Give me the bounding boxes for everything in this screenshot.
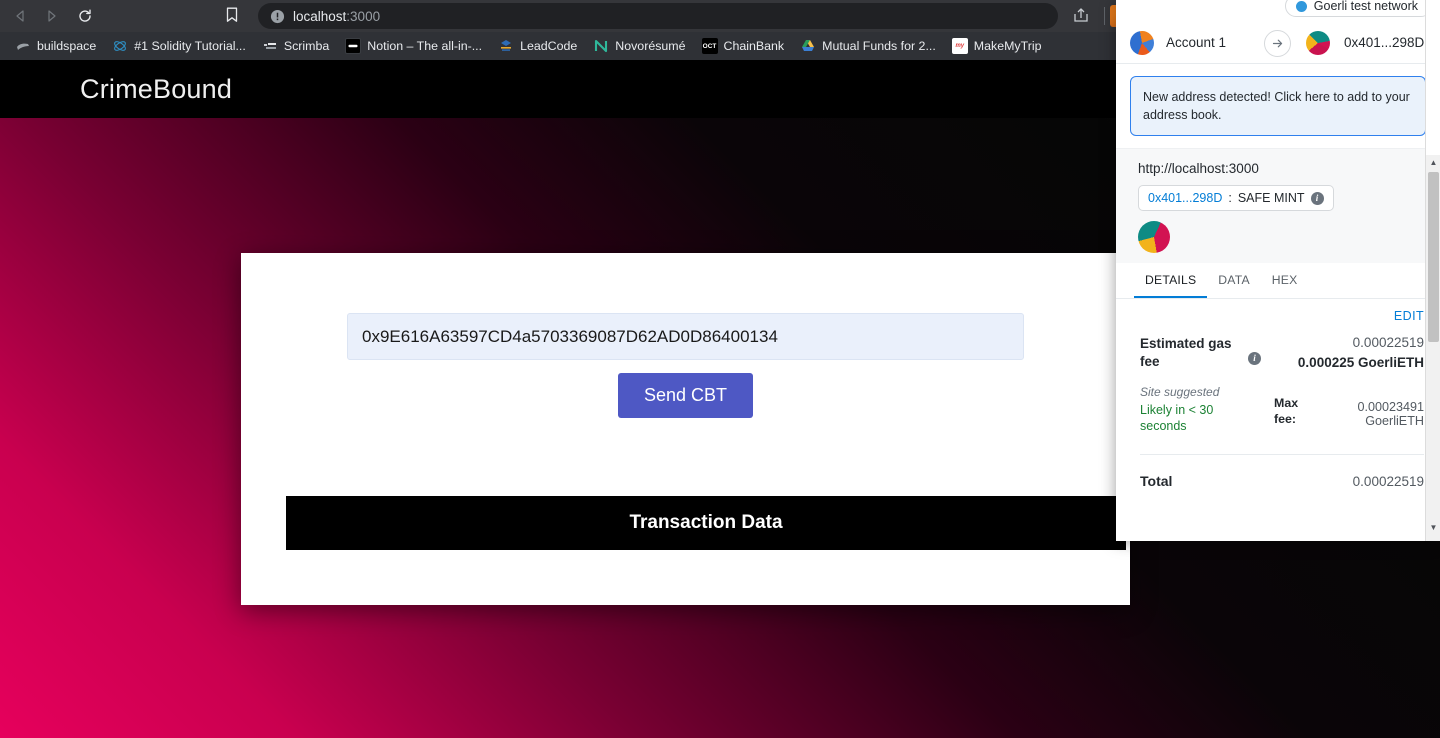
max-fee-label: Max fee: xyxy=(1274,396,1299,426)
pill-separator: : xyxy=(1228,191,1232,206)
metamask-tabs: DETAILS DATA HEX xyxy=(1116,263,1440,300)
chainbank-oct-icon: OCT xyxy=(701,38,718,54)
tab-hex[interactable]: HEX xyxy=(1261,263,1309,298)
scrollbar-down-arrow[interactable]: ▼ xyxy=(1426,520,1440,535)
network-label: Goerli test network xyxy=(1313,0,1418,13)
max-fee-row: Max fee: 0.00023491 GoerliETH xyxy=(1274,396,1424,428)
tab-details[interactable]: DETAILS xyxy=(1134,263,1208,299)
contract-address: 0x401...298D xyxy=(1148,191,1223,206)
from-account-avatar xyxy=(1130,30,1154,55)
from-account-name: Account 1 xyxy=(1166,35,1227,50)
origin-url: http://localhost:3000 xyxy=(1138,161,1259,177)
metamask-details-panel: EDIT Estimated gas fee Site suggested Li… xyxy=(1116,299,1440,490)
bookmark-label: ChainBank xyxy=(723,39,785,53)
gas-fee-values: 0.00022519 0.000225 GoerliETH Max fee: 0… xyxy=(1274,335,1424,428)
bookmark-item-solidity-tutorial[interactable]: #1 Solidity Tutorial... xyxy=(105,35,253,57)
gas-info-wrap: i xyxy=(1248,335,1274,365)
novoresume-n-icon xyxy=(593,38,609,54)
details-divider xyxy=(1140,454,1424,456)
back-button[interactable] xyxy=(6,2,36,30)
bookmark-item-novoresume[interactable]: Novorésumé xyxy=(586,35,692,57)
bookmark-item-makemytrip[interactable]: my MakeMyTrip xyxy=(945,35,1049,57)
forward-arrow-icon xyxy=(48,10,56,22)
omnibox-url: localhost:3000 xyxy=(293,9,380,24)
to-account-avatar xyxy=(1306,31,1330,55)
gas-fee-row: Estimated gas fee Site suggested Likely … xyxy=(1140,335,1424,434)
omnibox-host: localhost xyxy=(293,8,347,24)
main-card: Send CBT Transaction Data xyxy=(241,253,1130,605)
back-arrow-icon xyxy=(16,10,24,22)
network-status-dot xyxy=(1295,0,1307,12)
solidity-atom-icon xyxy=(112,38,128,54)
total-fiat: 0.00022519 xyxy=(1352,474,1424,490)
contract-method-pill[interactable]: 0x401...298D : SAFE MINT i xyxy=(1138,185,1334,212)
bookmark-item-notion[interactable]: Notion – The all-in-... xyxy=(338,35,489,57)
contract-method: SAFE MINT xyxy=(1237,191,1305,206)
bookmark-item-chainbank[interactable]: OCT ChainBank xyxy=(695,35,792,57)
metamask-origin-section: http://localhost:3000 0x401...298D : SAF… xyxy=(1116,148,1440,264)
total-label: Total xyxy=(1140,473,1173,490)
reload-icon xyxy=(79,9,91,22)
share-icon xyxy=(1074,8,1088,22)
bookmark-label: Scrimba xyxy=(283,39,330,53)
metamask-account-row: Account 1 0x401...298D xyxy=(1116,22,1440,64)
metamask-scrollbar[interactable]: ▲ ▼ xyxy=(1425,0,1440,541)
scrimba-logo-icon xyxy=(262,38,278,54)
gas-fee-left: Estimated gas fee Site suggested Likely … xyxy=(1140,335,1248,434)
recipient-address-input[interactable] xyxy=(347,313,1024,360)
scrollbar-up-arrow[interactable]: ▲ xyxy=(1426,155,1440,170)
not-secure-info-icon[interactable] xyxy=(270,9,285,24)
share-button[interactable] xyxy=(1072,6,1090,29)
bookmark-item-leadcode[interactable]: LeadCode xyxy=(491,35,584,57)
makemytrip-logo-icon: my xyxy=(951,38,968,54)
toolbar-divider xyxy=(1104,7,1105,25)
bookmark-button[interactable] xyxy=(224,6,240,29)
bookmark-item-buildspace[interactable]: buildspace xyxy=(8,35,103,57)
max-fee-value: 0.00023491 GoerliETH xyxy=(1357,400,1424,429)
reload-button[interactable] xyxy=(70,2,100,30)
notion-logo-icon xyxy=(345,38,362,54)
google-drive-icon xyxy=(800,38,816,54)
forward-button[interactable] xyxy=(36,2,66,30)
bookmark-label: Mutual Funds for 2... xyxy=(822,39,936,53)
network-selector[interactable]: Goerli test network xyxy=(1284,0,1432,17)
metamask-popup: Goerli test network Account 1 0x401...29… xyxy=(1116,0,1440,541)
bookmark-label: LeadCode xyxy=(520,39,578,53)
address-bar[interactable]: localhost:3000 xyxy=(258,3,1058,29)
gas-info-icon[interactable]: i xyxy=(1248,351,1261,365)
send-cbt-button[interactable]: Send CBT xyxy=(617,373,754,418)
bookmark-label: Notion – The all-in-... xyxy=(367,39,483,53)
bookmark-label: buildspace xyxy=(37,39,97,53)
edit-gas-link[interactable]: EDIT xyxy=(1140,309,1424,323)
bookmark-icon xyxy=(226,7,238,22)
transaction-data-heading: Transaction Data xyxy=(286,496,1126,550)
card-content: Send CBT xyxy=(241,253,1130,418)
bookmark-label: MakeMyTrip xyxy=(973,39,1042,53)
gas-fee-label: Estimated gas fee xyxy=(1140,336,1232,370)
leadcode-logo-icon xyxy=(498,38,514,54)
bookmark-item-scrimba[interactable]: Scrimba xyxy=(255,35,336,57)
info-icon[interactable]: i xyxy=(1310,191,1324,205)
bookmark-label: #1 Solidity Tutorial... xyxy=(134,39,246,53)
tab-data[interactable]: DATA xyxy=(1207,263,1261,298)
scrollbar-thumb[interactable] xyxy=(1428,172,1439,342)
new-address-banner[interactable]: New address detected! Click here to add … xyxy=(1130,76,1426,137)
scrollbar-track-top xyxy=(1426,0,1440,155)
total-row: Total 0.00022519 xyxy=(1140,473,1424,489)
bookmark-item-mutual-funds[interactable]: Mutual Funds for 2... xyxy=(793,35,943,57)
gas-time-estimate: Likely in < 30 seconds xyxy=(1140,402,1214,433)
page-title: CrimeBound xyxy=(80,73,233,104)
gas-fee-fiat: 0.00022519 xyxy=(1352,335,1424,351)
to-account-address: 0x401...298D xyxy=(1344,35,1425,50)
gas-fee-eth: 0.000225 GoerliETH xyxy=(1297,355,1424,371)
arrow-right-icon xyxy=(1264,30,1291,57)
omnibox-port: :3000 xyxy=(346,8,381,24)
metamask-network-row: Goerli test network xyxy=(1116,0,1440,22)
bookmark-label: Novorésumé xyxy=(615,39,686,53)
buildspace-hand-icon xyxy=(15,38,31,54)
site-suggested-label: Site suggested xyxy=(1140,384,1220,399)
contract-identicon xyxy=(1138,221,1170,254)
